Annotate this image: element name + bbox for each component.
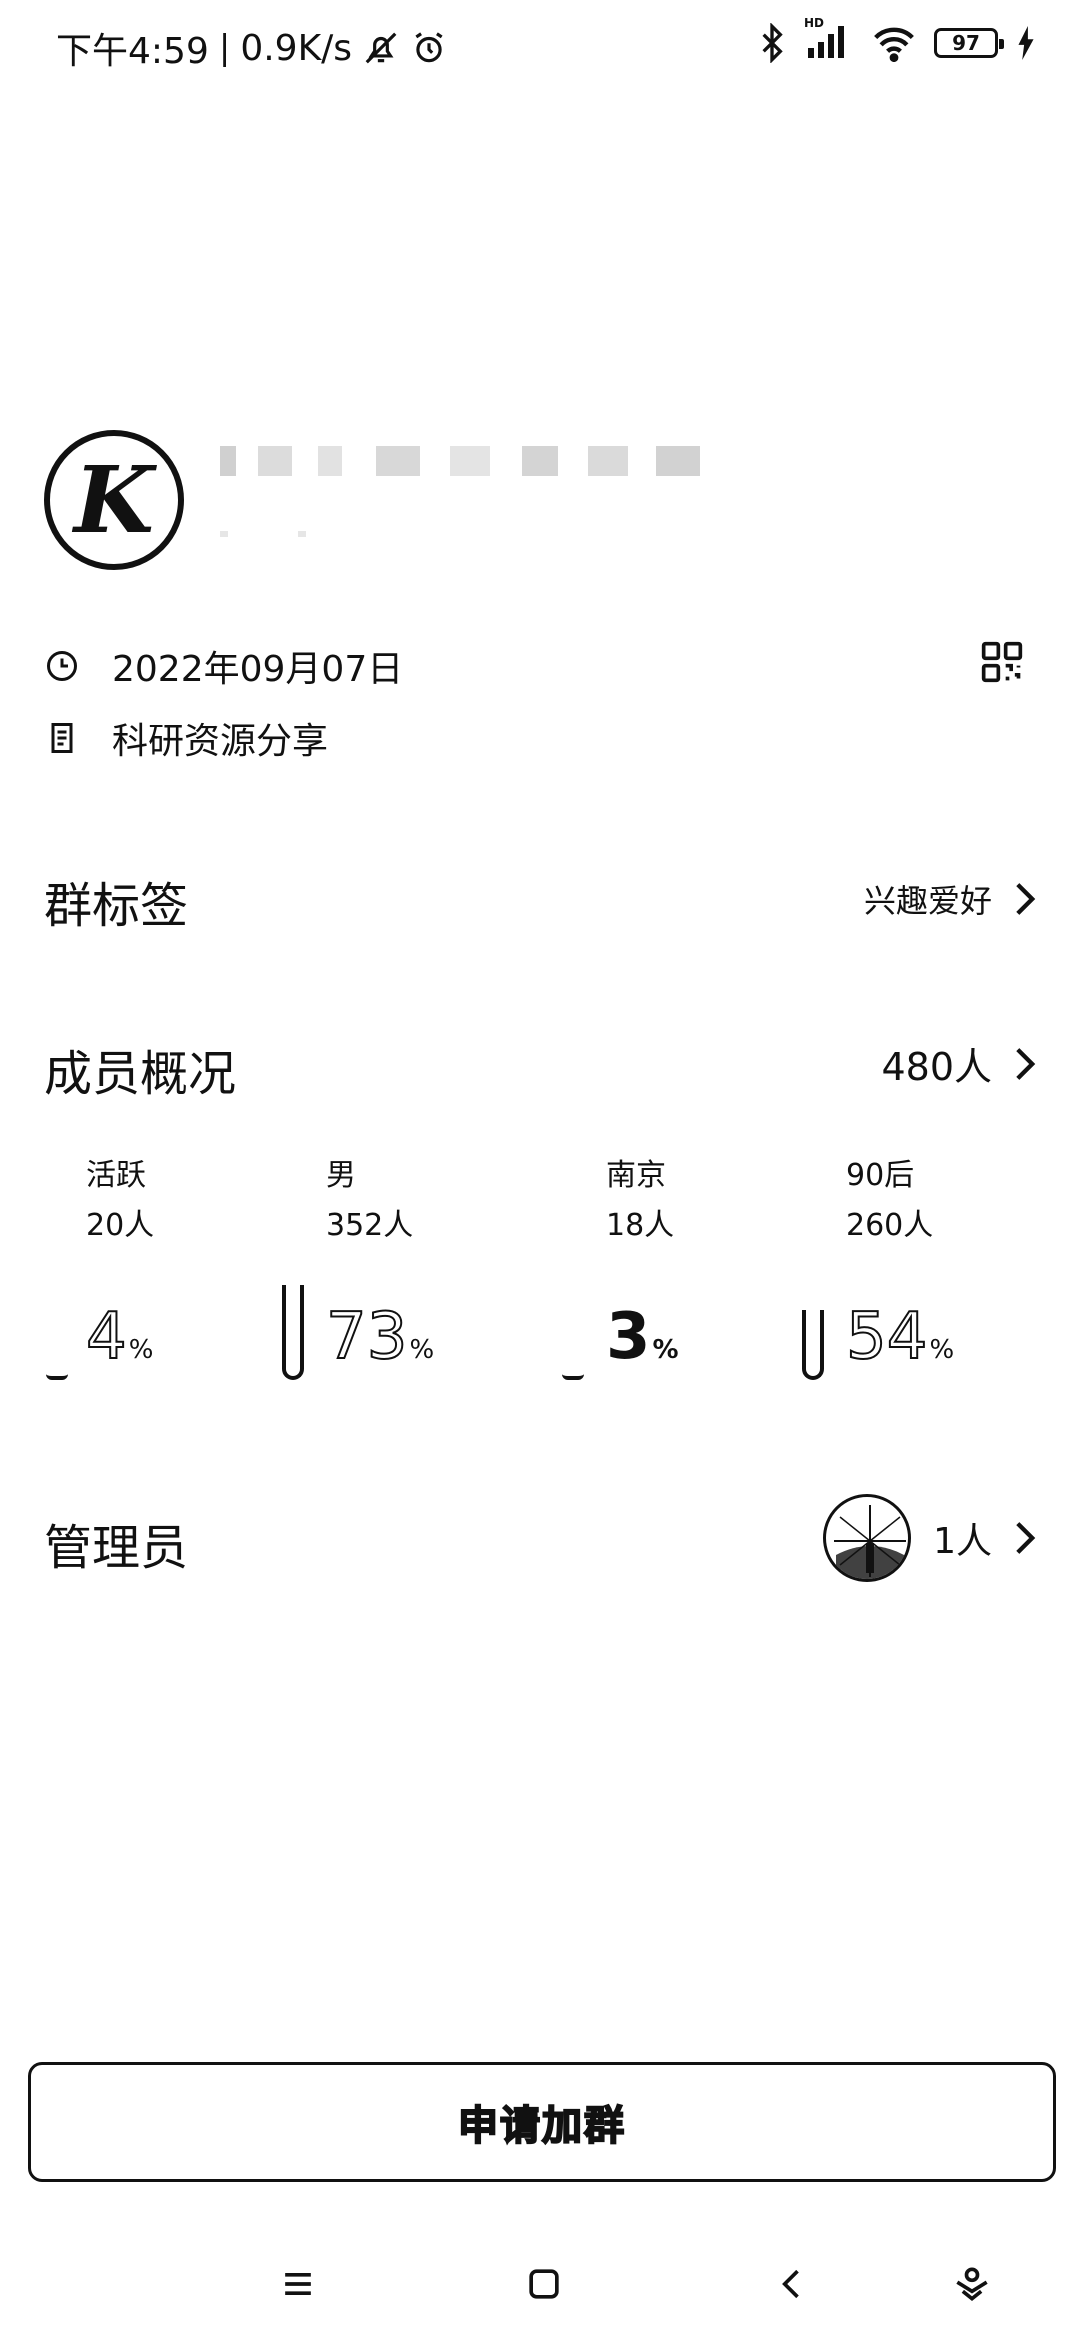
- document-icon: [51, 723, 73, 753]
- stat-nanjing: 南京 18人: [606, 1150, 856, 1244]
- stat-percent-value: 4: [85, 1299, 128, 1375]
- admins-title: 管理员: [44, 1520, 189, 1576]
- clock-icon: [47, 651, 77, 681]
- group-description: 科研资源分享: [112, 721, 329, 762]
- stat-tube-fill: [46, 1374, 68, 1380]
- stat-tube: [282, 1240, 322, 1380]
- join-group-button[interactable]: 申请加群: [28, 2062, 1056, 2182]
- stat-post90: 90后 260人: [846, 1150, 1080, 1244]
- stat-percent-unit: %: [409, 1335, 435, 1365]
- stat-label: 活跃: [86, 1158, 146, 1193]
- stat-percent: 54%: [845, 1299, 955, 1375]
- wifi-icon: [874, 27, 914, 62]
- stat-percent-value: 54: [845, 1299, 928, 1375]
- members-total: 480人: [881, 1045, 992, 1089]
- status-bar: 下午4:59 | 0.9K/s HD 97: [0, 0, 1080, 95]
- members-title: 成员概况: [44, 1046, 237, 1102]
- chevron-right-icon: [1016, 1522, 1036, 1554]
- created-date: 2022年09月07日: [112, 649, 404, 690]
- tags-value: 兴趣爱好: [863, 882, 992, 920]
- stat-tube-fill: [282, 1285, 304, 1380]
- charging-icon: [1018, 26, 1034, 60]
- chevron-right-icon: [1016, 1047, 1036, 1080]
- assistant-icon[interactable]: [950, 2262, 994, 2306]
- status-right: HD 97: [758, 16, 1036, 64]
- stat-count: 260人: [846, 1208, 934, 1243]
- created-date-row: 2022年09月07日: [44, 640, 403, 692]
- stat-percent-unit: %: [128, 1335, 154, 1365]
- stat-tube: [802, 1240, 842, 1380]
- stat-percent: 73%: [325, 1299, 435, 1375]
- hd-badge: HD: [804, 16, 825, 30]
- back-icon[interactable]: [770, 2262, 814, 2306]
- stat-percent: 4%: [85, 1299, 154, 1375]
- chevron-right-icon: [1016, 883, 1036, 915]
- stat-label: 南京: [606, 1158, 666, 1193]
- alarm-icon: [415, 32, 443, 63]
- cell-signal-icon: HD: [804, 16, 854, 64]
- admin-avatar: [823, 1494, 912, 1582]
- admins-count: 1人: [933, 1521, 992, 1562]
- qr-code-icon[interactable]: [980, 640, 1024, 684]
- notification-muted-icon: [365, 32, 397, 64]
- stat-tube-fill: [562, 1374, 584, 1380]
- group-name-redacted: [220, 440, 700, 486]
- stat-label: 90后: [846, 1158, 915, 1193]
- status-time: 下午4:59: [56, 31, 209, 72]
- bluetooth-icon: [762, 23, 783, 63]
- stat-tube: [562, 1240, 602, 1380]
- tags-row-link[interactable]: 兴趣爱好: [864, 876, 1036, 922]
- group-id-redacted: [220, 510, 306, 545]
- status-left: 下午4:59 | 0.9K/s: [56, 22, 448, 74]
- battery-level: 97: [952, 31, 980, 55]
- description-row: 科研资源分享: [44, 712, 328, 764]
- stat-count: 18人: [606, 1208, 675, 1243]
- status-divider: |: [218, 28, 231, 68]
- stat-count: 20人: [86, 1208, 155, 1243]
- home-icon[interactable]: [522, 2262, 566, 2306]
- stat-percent-unit: %: [652, 1335, 679, 1365]
- stat-percent-unit: %: [929, 1335, 955, 1365]
- stat-percent: 3%: [606, 1300, 679, 1374]
- stat-count: 352人: [326, 1208, 414, 1243]
- system-nav-bar: [0, 2230, 1080, 2340]
- tags-title: 群标签: [44, 878, 189, 934]
- group-avatar[interactable]: K: [44, 430, 184, 570]
- stat-percent-value: 73: [325, 1299, 408, 1375]
- stat-active: 活跃 20人: [86, 1150, 336, 1244]
- status-net-speed: 0.9K/s: [240, 27, 353, 69]
- admins-row-link[interactable]: 1人: [823, 1494, 1036, 1582]
- members-row-link[interactable]: 480人: [881, 1036, 1036, 1091]
- battery-icon: 97: [934, 28, 1004, 58]
- stat-tube: [46, 1240, 86, 1380]
- stat-label: 男: [326, 1158, 356, 1193]
- menu-icon[interactable]: [276, 2262, 320, 2306]
- stat-tube-fill: [802, 1310, 824, 1380]
- stat-percent-value: 3: [606, 1300, 651, 1374]
- group-avatar-letter: K: [74, 446, 154, 554]
- stat-male: 男 352人: [326, 1150, 576, 1244]
